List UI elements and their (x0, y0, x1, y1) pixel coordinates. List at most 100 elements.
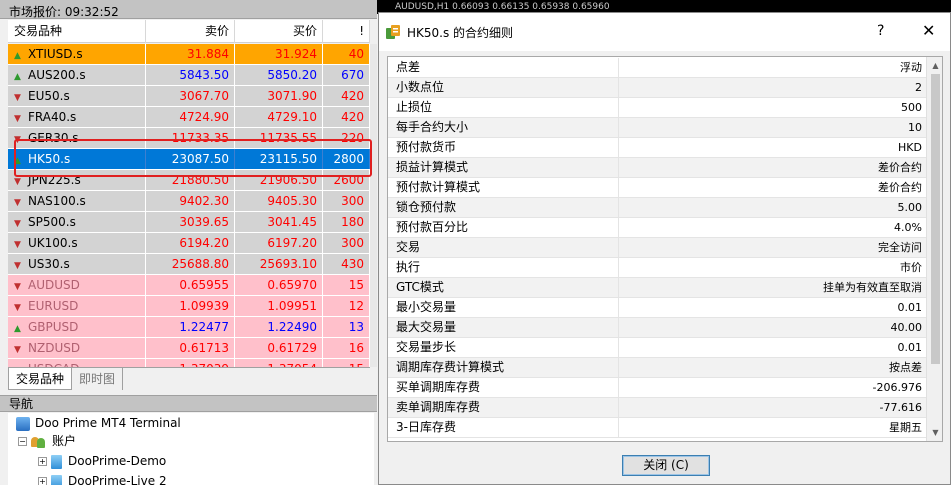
symbol-row[interactable]: ▼ SP500.s 3039.65 3041.45 180 (8, 212, 370, 233)
ask-cell: 9405.30 (235, 191, 323, 211)
expand-icon[interactable]: + (38, 457, 47, 466)
scroll-up-icon[interactable]: ▲ (927, 57, 942, 74)
symbol-cell: ▼ NAS100.s (8, 191, 146, 211)
help-icon[interactable]: ? (877, 23, 884, 39)
ask-cell: 1.22490 (235, 317, 323, 337)
property-row[interactable]: 止损位 500 (388, 98, 926, 118)
properties-scrollbar[interactable]: ▲ ▼ (926, 57, 942, 441)
property-value: 5.00 (897, 201, 923, 214)
symbol-row[interactable]: ▲ HK50.s 23087.50 23115.50 2800 (8, 149, 370, 170)
navigator-tree: Doo Prime MT4 Terminal − 账户 + DooPrime-Dem… (8, 413, 374, 485)
market-watch-rows: ▲ XTIUSD.s 31.884 31.924 40 ▲ AUS200.s 5843.50 5… (8, 44, 370, 367)
symbol-name: AUS200.s (28, 68, 86, 82)
spread-cell: 15 (323, 275, 370, 295)
spread-cell: 180 (323, 212, 370, 232)
collapse-icon[interactable]: − (18, 437, 27, 446)
navigator-panel: 导航 Doo Prime MT4 Terminal − 账户 + DooPrime-… (0, 395, 377, 485)
symbol-row[interactable]: ▼ JPN225.s 21880.50 21906.50 2600 (8, 170, 370, 191)
symbol-row[interactable]: ▼ US30.s 25688.80 25693.10 430 (8, 254, 370, 275)
column-header-bid[interactable]: 卖价 (146, 20, 235, 43)
symbol-row[interactable]: ▼ GER30.s 11733.35 11735.55 220 (8, 128, 370, 149)
property-value: -77.616 (879, 401, 922, 414)
scrollbar-thumb[interactable] (931, 74, 940, 364)
property-row[interactable]: 交易 完全访问 (388, 238, 926, 258)
property-key: 3-日库存费 (388, 418, 619, 437)
property-row[interactable]: 最大交易量 40.00 (388, 318, 926, 338)
spread-cell: 12 (323, 296, 370, 316)
property-row[interactable]: 点差 浮动 (388, 58, 926, 78)
symbol-row[interactable]: ▼ EURUSD 1.09939 1.09951 12 (8, 296, 370, 317)
scroll-down-icon[interactable]: ▼ (927, 424, 942, 441)
property-key: 点差 (388, 58, 619, 77)
tree-item-terminal[interactable]: Doo Prime MT4 Terminal (16, 414, 181, 432)
property-row[interactable]: 预付款百分比 4.0% (388, 218, 926, 238)
tab-symbols[interactable]: 交易品种 (8, 368, 73, 390)
property-row[interactable]: 预付款货币 HKD (388, 138, 926, 158)
ask-cell: 23115.50 (235, 149, 323, 169)
ask-cell: 21906.50 (235, 170, 323, 190)
property-row[interactable]: 3-日库存费 星期五 (388, 418, 926, 438)
property-row[interactable]: GTC模式 挂单为有效直至取消 (388, 278, 926, 298)
arrow-down-icon: ▼ (14, 177, 21, 187)
property-row[interactable]: 执行 市价 (388, 258, 926, 278)
property-key: 最小交易量 (388, 298, 619, 317)
close-button[interactable]: 关闭 (C) (622, 455, 710, 476)
property-row[interactable]: 买单调期库存费 -206.976 (388, 378, 926, 398)
arrow-down-icon: ▼ (14, 135, 21, 145)
symbol-name: XTIUSD.s (28, 47, 83, 61)
property-key: GTC模式 (388, 278, 619, 297)
symbol-row[interactable]: ▲ GBPUSD 1.22477 1.22490 13 (8, 317, 370, 338)
property-row[interactable]: 锁仓预付款 5.00 (388, 198, 926, 218)
ask-cell: 1.09951 (235, 296, 323, 316)
bid-cell: 4724.90 (146, 107, 235, 127)
tree-item-server-live[interactable]: + DooPrime-Live 2 (38, 472, 167, 485)
ask-cell: 6197.20 (235, 233, 323, 253)
symbol-cell: ▼ AUDUSD (8, 275, 146, 295)
property-row[interactable]: 卖单调期库存费 -77.616 (388, 398, 926, 418)
bid-cell: 0.65955 (146, 275, 235, 295)
spread-cell: 40 (323, 44, 370, 64)
symbol-row[interactable]: ▼ AUDUSD 0.65955 0.65970 15 (8, 275, 370, 296)
bid-cell: 3067.70 (146, 86, 235, 106)
tree-item-accounts[interactable]: − 账户 (18, 432, 76, 450)
symbol-row[interactable]: ▼USDCAD1.370391.3705415 (8, 359, 370, 367)
column-header-symbol[interactable]: 交易品种 (8, 20, 146, 43)
symbol-cell: ▼ JPN225.s (8, 170, 146, 190)
bid-cell: 0.61713 (146, 338, 235, 358)
property-key: 卖单调期库存费 (388, 398, 619, 417)
property-row[interactable]: 损益计算模式 差价合约 (388, 158, 926, 178)
symbol-cell: ▼ SP500.s (8, 212, 146, 232)
property-row[interactable]: 每手合约大小 10 (388, 118, 926, 138)
property-row[interactable]: 调期库存费计算模式 按点差 (388, 358, 926, 378)
symbol-row[interactable]: ▼ FRA40.s 4724.90 4729.10 420 (8, 107, 370, 128)
property-row[interactable]: 交易量步长 0.01 (388, 338, 926, 358)
symbol-row[interactable]: ▼ EU50.s 3067.70 3071.90 420 (8, 86, 370, 107)
market-watch-scrollbar[interactable] (370, 44, 377, 367)
property-value: 0.01 (897, 301, 923, 314)
tree-item-server-demo[interactable]: + DooPrime-Demo (38, 452, 166, 470)
property-value: 市价 (900, 261, 922, 274)
spread-cell: 300 (323, 191, 370, 211)
symbol-cell: ▼ UK100.s (8, 233, 146, 253)
dialog-title: HK50.s 的合约细则 (407, 26, 514, 40)
symbol-row[interactable]: ▼ UK100.s 6194.20 6197.20 300 (8, 233, 370, 254)
expand-icon[interactable]: + (38, 477, 47, 485)
symbol-row[interactable]: ▲ XTIUSD.s 31.884 31.924 40 (8, 44, 370, 65)
property-row[interactable]: 预付款计算模式 差价合约 (388, 178, 926, 198)
column-header-spread[interactable]: ! (323, 20, 370, 43)
arrow-down-icon: ▼ (14, 93, 21, 103)
tab-tick-chart[interactable]: 即时图 (72, 368, 124, 390)
symbol-row[interactable]: ▼ NAS100.s 9402.30 9405.30 300 (8, 191, 370, 212)
symbol-name: NZDUSD (28, 341, 81, 355)
arrow-down-icon: ▼ (14, 114, 21, 124)
column-header-ask[interactable]: 买价 (235, 20, 323, 43)
bid-cell: 1.22477 (146, 317, 235, 337)
symbol-row[interactable]: ▲ AUS200.s 5843.50 5850.20 670 (8, 65, 370, 86)
property-row[interactable]: 小数点位 2 (388, 78, 926, 98)
close-icon[interactable]: ✕ (922, 21, 935, 40)
property-row[interactable]: 最小交易量 0.01 (388, 298, 926, 318)
arrow-down-icon: ▼ (14, 303, 21, 313)
symbol-cell: ▼ EU50.s (8, 86, 146, 106)
symbol-cell: ▼ US30.s (8, 254, 146, 274)
symbol-row[interactable]: ▼ NZDUSD 0.61713 0.61729 16 (8, 338, 370, 359)
